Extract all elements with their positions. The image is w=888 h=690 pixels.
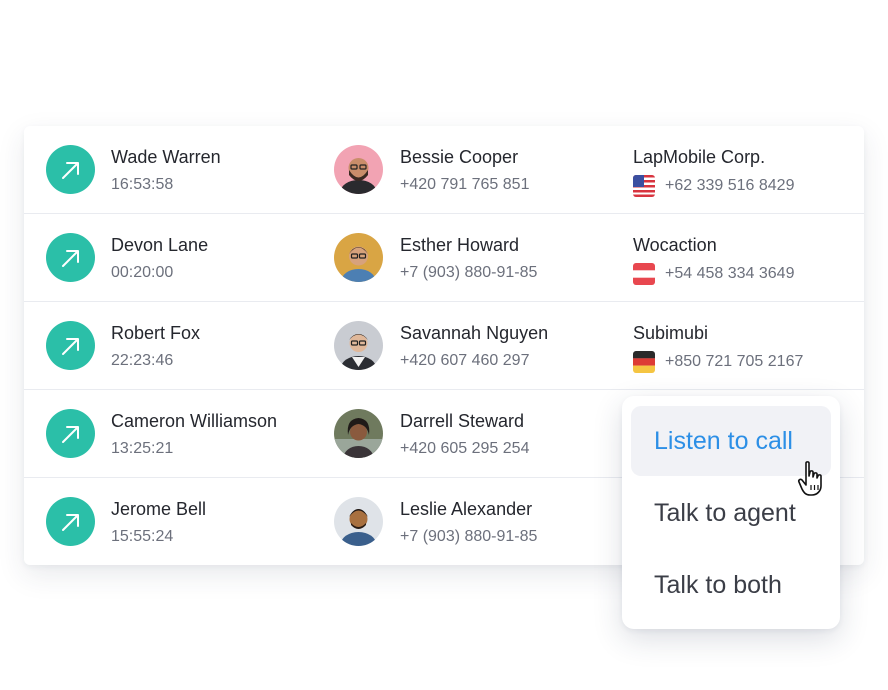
- austria-flag-icon: [633, 263, 655, 285]
- contact-info: Bessie Cooper +420 791 765 851: [400, 146, 529, 195]
- call-row[interactable]: Devon Lane 00:20:00 Esther Howard +7 (90…: [24, 214, 864, 302]
- call-row[interactable]: Robert Fox 22:23:46 Savannah Nguyen +420…: [24, 302, 864, 390]
- avatar: [334, 233, 383, 282]
- outgoing-call-icon[interactable]: [46, 321, 95, 370]
- outgoing-call-icon[interactable]: [46, 409, 95, 458]
- contact-info: Leslie Alexander +7 (903) 880-91-85: [400, 498, 537, 547]
- call-duration: 13:25:21: [111, 440, 174, 457]
- caller-name: Wade Warren: [111, 147, 221, 167]
- call-duration: 00:20:00: [111, 264, 174, 281]
- contact-name: Darrell Steward: [400, 411, 525, 431]
- us-flag-icon: [633, 175, 655, 197]
- company-info: Wocaction +54 458 334 3649: [633, 234, 794, 285]
- contact-name: Esther Howard: [400, 235, 520, 255]
- caller-info: Jerome Bell 15:55:24: [111, 498, 206, 547]
- contact-phone: +420 607 460 297: [400, 352, 530, 369]
- contact-phone: +7 (903) 880-91-85: [400, 264, 538, 281]
- company-name: Wocaction: [633, 235, 717, 255]
- contact-info: Esther Howard +7 (903) 880-91-85: [400, 234, 537, 283]
- outgoing-call-icon[interactable]: [46, 145, 95, 194]
- company-info: Subimubi +850 721 705 2167: [633, 322, 803, 373]
- company-phone: +54 458 334 3649: [665, 265, 795, 282]
- outgoing-call-icon[interactable]: [46, 233, 95, 282]
- company-name: LapMobile Corp.: [633, 147, 766, 167]
- company-phone-line: +54 458 334 3649: [633, 263, 794, 285]
- outgoing-call-icon[interactable]: [46, 497, 95, 546]
- caller-info: Cameron Williamson 13:25:21: [111, 410, 277, 459]
- company-info: LapMobile Corp. +62 339 516 8429: [633, 146, 794, 197]
- call-row[interactable]: Wade Warren 16:53:58 Bessie Cooper +420 …: [24, 126, 864, 214]
- contact-name: Savannah Nguyen: [400, 323, 549, 343]
- hand-pointer-cursor-icon: [796, 460, 830, 498]
- caller-name: Robert Fox: [111, 323, 201, 343]
- contact-phone: +7 (903) 880-91-85: [400, 528, 538, 545]
- company-phone: +62 339 516 8429: [665, 177, 795, 194]
- contact-phone: +420 791 765 851: [400, 176, 530, 193]
- call-duration: 22:23:46: [111, 352, 174, 369]
- company-phone: +850 721 705 2167: [665, 353, 804, 370]
- caller-info: Devon Lane 00:20:00: [111, 234, 208, 283]
- germany-flag-icon: [633, 351, 655, 373]
- avatar: [334, 497, 383, 546]
- caller-name: Cameron Williamson: [111, 411, 278, 431]
- company-phone-line: +850 721 705 2167: [633, 351, 803, 373]
- company-name: Subimubi: [633, 323, 709, 343]
- call-duration: 15:55:24: [111, 528, 174, 545]
- call-duration: 16:53:58: [111, 176, 174, 193]
- contact-name: Bessie Cooper: [400, 147, 519, 167]
- contact-info: Darrell Steward +420 605 295 254: [400, 410, 529, 459]
- contact-name: Leslie Alexander: [400, 499, 533, 519]
- call-actions-menu: Listen to call Talk to agent Talk to bot…: [622, 396, 840, 629]
- talk-to-both-option[interactable]: Talk to both: [631, 550, 831, 620]
- caller-name: Devon Lane: [111, 235, 209, 255]
- contact-phone: +420 605 295 254: [400, 440, 530, 457]
- company-phone-line: +62 339 516 8429: [633, 175, 794, 197]
- caller-name: Jerome Bell: [111, 499, 207, 519]
- caller-info: Robert Fox 22:23:46: [111, 322, 200, 371]
- caller-info: Wade Warren 16:53:58: [111, 146, 221, 195]
- avatar: [334, 321, 383, 370]
- avatar: [334, 145, 383, 194]
- avatar: [334, 409, 383, 458]
- contact-info: Savannah Nguyen +420 607 460 297: [400, 322, 548, 371]
